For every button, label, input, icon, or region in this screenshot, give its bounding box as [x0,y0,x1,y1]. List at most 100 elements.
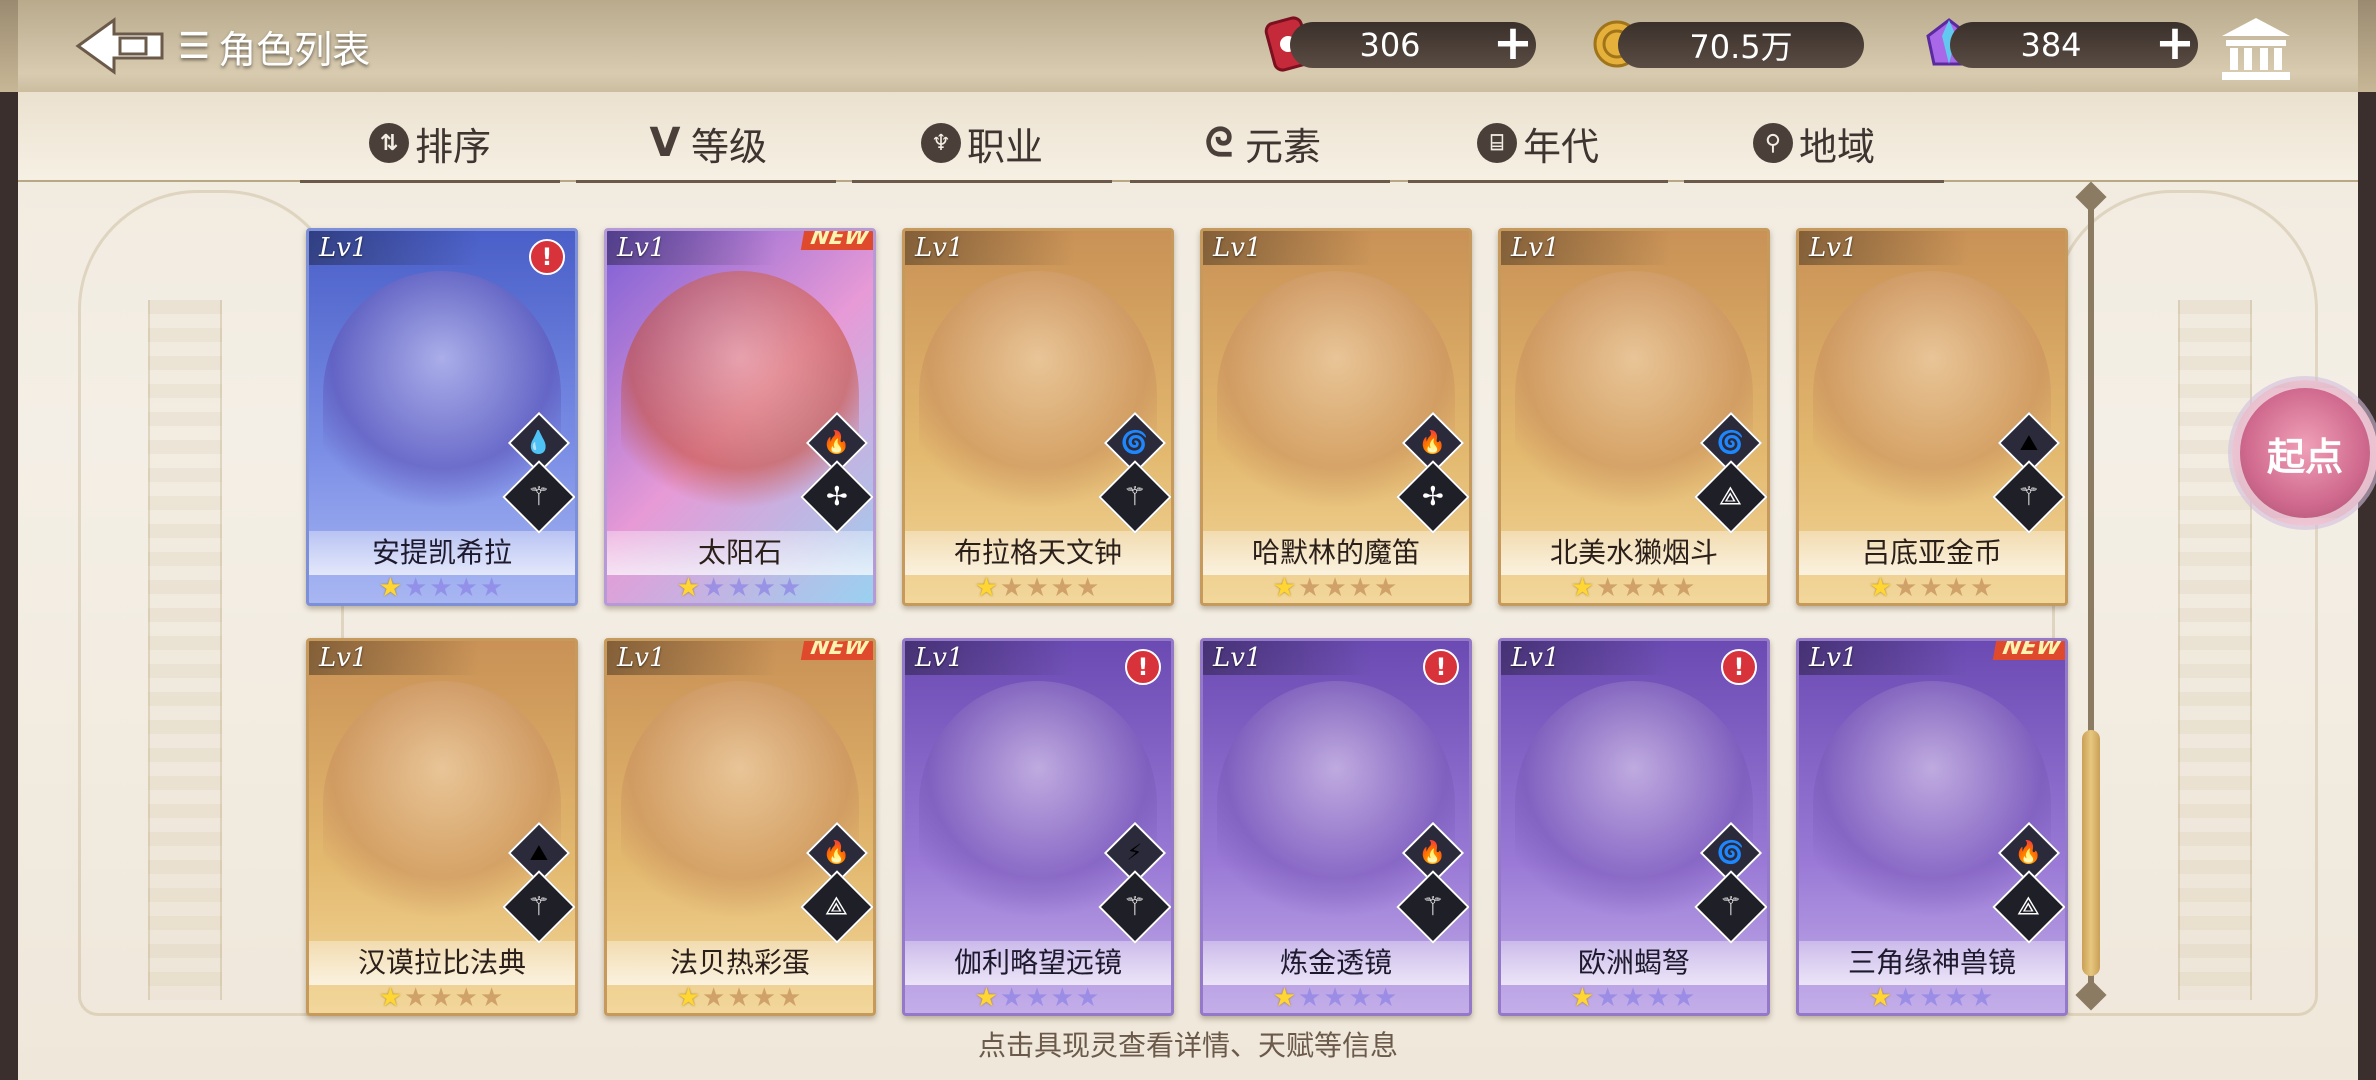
star-icon: ★ [404,573,430,603]
star-icon: ★ [1621,983,1647,1013]
crystal-plus-button[interactable]: + [2152,19,2198,68]
back-button[interactable] [74,16,166,76]
star-icon: ★ [1075,983,1102,1013]
star-icon: ★ [1272,983,1299,1013]
character-card[interactable]: Lv1 ⛰ ⚚ 吕底亚金币 ★★★★★ [1796,228,2068,606]
bank-button[interactable] [2218,14,2294,84]
coin-counter: 70.5万 [1618,22,1864,68]
character-card[interactable]: Lv1 🌀 ⟁ 北美水獭烟斗 ★★★★★ [1498,228,1770,606]
star-icon: ★ [1025,573,1051,603]
character-card[interactable]: Lv1 ⛰ ⚚ 汉谟拉比法典 ★★★★★ [306,638,578,1016]
star-icon: ★ [454,573,480,603]
filter-level[interactable]: V 等级 [576,106,836,183]
character-grid: Lv1! 💧 ⚚ 安提凯希拉 ★★★★★ Lv1 NEW 🔥 ✢ 太阳石 ★★★★★ Lv1 🌀 ⚚ 布… [306,228,2068,1016]
star-rating: ★★★★★ [905,983,1171,1013]
filter-job[interactable]: ♆ 职业 [852,106,1112,183]
star-icon: ★ [1868,573,1895,603]
star-icon: ★ [752,983,778,1013]
character-name: 安提凯希拉 [309,531,575,575]
star-rating: ★★★★★ [607,983,873,1013]
star-icon: ★ [1298,573,1324,603]
star-icon: ★ [479,573,506,603]
star-rating: ★★★★★ [1799,983,2065,1013]
star-icon: ★ [702,983,728,1013]
coin-value: 70.5万 [1689,28,1793,66]
character-name: 汉谟拉比法典 [309,941,575,985]
star-rating: ★★★★★ [309,983,575,1013]
star-icon: ★ [1671,983,1698,1013]
list-icon: ☰ [178,25,211,67]
star-icon: ★ [1621,573,1647,603]
star-icon: ★ [676,573,703,603]
level-label: Lv1 [905,641,1075,675]
filter-sort-label: 排序 [414,124,491,169]
character-card[interactable]: Lv1 NEW 🔥 ⟁ 三角缘神兽镜 ★★★★★ [1796,638,2068,1016]
filter-element-label: 元素 [1244,124,1321,169]
start-button[interactable]: 起点 [2232,380,2376,526]
star-icon: ★ [727,983,753,1013]
star-icon: ★ [777,983,804,1013]
star-icon: ★ [454,983,480,1013]
filter-level-label: 等级 [690,124,767,169]
character-card[interactable]: Lv1 🌀 ⚚ 布拉格天文钟 ★★★★★ [902,228,1174,606]
era-icon: ⌸ [1476,123,1517,163]
level-icon: V [649,120,681,166]
filter-region[interactable]: ⚲ 地域 [1684,106,1944,183]
character-card[interactable]: Lv1! 🌀 ⚚ 欧洲蝎弩 ★★★★★ [1498,638,1770,1016]
star-icon: ★ [1646,573,1672,603]
star-icon: ★ [974,983,1001,1013]
left-pillar [148,300,222,1000]
character-name: 哈默林的魔笛 [1203,531,1469,575]
filter-era[interactable]: ⌸ 年代 [1408,106,1668,183]
bank-icon [2222,18,2290,80]
level-label: Lv1 [1799,231,1969,265]
alert-icon: ! [1125,649,1161,685]
scrollbar-thumb[interactable] [2082,730,2100,976]
character-card[interactable]: Lv1 NEW 🔥 ⟁ 法贝热彩蛋 ★★★★★ [604,638,876,1016]
star-icon: ★ [1596,983,1622,1013]
star-icon: ★ [1868,983,1895,1013]
star-icon: ★ [1919,573,1945,603]
star-icon: ★ [1323,983,1349,1013]
character-card[interactable]: Lv1 NEW 🔥 ✢ 太阳石 ★★★★★ [604,228,876,606]
character-card[interactable]: Lv1! 💧 ⚚ 安提凯希拉 ★★★★★ [306,228,578,606]
character-name: 北美水獭烟斗 [1501,531,1767,575]
star-icon: ★ [1000,983,1026,1013]
sort-icon: ⇅ [368,123,409,163]
alert-icon: ! [529,239,565,275]
star-icon: ★ [404,983,430,1013]
star-icon: ★ [429,573,455,603]
ticket-value: 306 [1359,26,1421,64]
filter-element[interactable]: ᘓ 元素 [1130,106,1390,183]
star-icon: ★ [1298,983,1324,1013]
star-icon: ★ [1944,573,1970,603]
star-icon: ★ [1894,573,1920,603]
star-icon: ★ [702,573,728,603]
star-rating: ★★★★★ [1501,573,1767,603]
level-label: Lv1 [1799,641,1969,675]
star-rating: ★★★★★ [1501,983,1767,1013]
star-icon: ★ [1671,573,1698,603]
level-label: Lv1 [309,641,479,675]
new-badge: NEW [801,231,873,250]
character-card[interactable]: Lv1! ⚡ ⚚ 伽利略望远镜 ★★★★★ [902,638,1174,1016]
star-icon: ★ [1025,983,1051,1013]
level-label: Lv1 [607,231,777,265]
star-icon: ★ [1272,573,1299,603]
new-badge: NEW [1993,641,2065,660]
ticket-plus-button[interactable]: + [1490,19,1536,68]
star-rating: ★★★★★ [1203,573,1469,603]
character-card[interactable]: Lv1 🔥 ✢ 哈默林的魔笛 ★★★★★ [1200,228,1472,606]
alert-icon: ! [1721,649,1757,685]
character-card[interactable]: Lv1! 🔥 ⚚ 炼金透镜 ★★★★★ [1200,638,1472,1016]
star-icon: ★ [777,573,804,603]
star-icon: ★ [1969,573,1996,603]
filter-sort[interactable]: ⇅ 排序 [300,106,560,183]
star-icon: ★ [479,983,506,1013]
star-icon: ★ [1570,983,1597,1013]
level-label: Lv1 [905,231,1075,265]
level-label: Lv1 [1501,231,1671,265]
alert-icon: ! [1423,649,1459,685]
star-icon: ★ [1894,983,1920,1013]
level-label: Lv1 [1203,641,1373,675]
